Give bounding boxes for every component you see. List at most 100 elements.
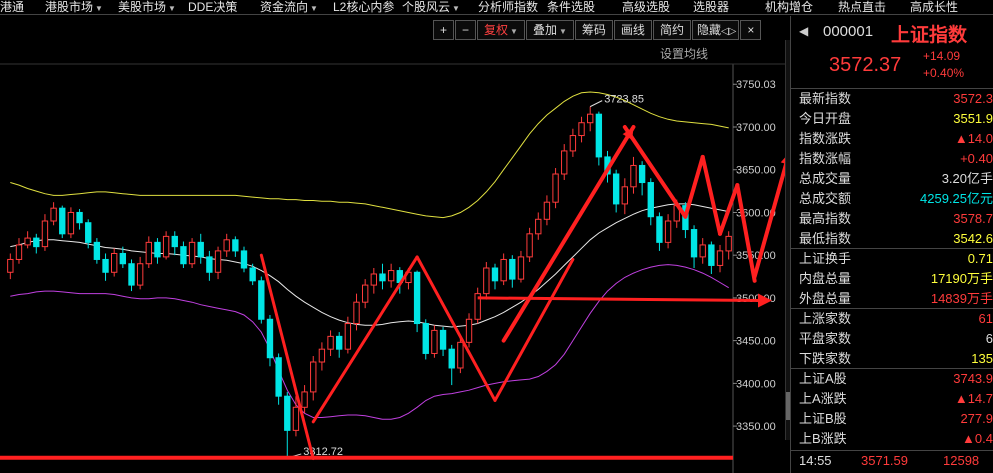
y-tick-label: 3400.00	[736, 378, 776, 390]
stats-section: 最新指数 3572.3 今日开盘 3551.9 指数涨跌 ▲14.0 指数涨幅 +0.40 总成…	[791, 88, 993, 249]
breadth-stat-row: 上涨家数 61	[791, 309, 993, 329]
candle-up	[301, 391, 308, 408]
volume-stat-label: 外盘总量	[799, 291, 852, 306]
candle-down	[249, 267, 256, 282]
candle-up	[318, 348, 326, 363]
menu-item-label: 高级选股	[622, 0, 671, 14]
share-stat-label: 上B涨跌	[799, 431, 847, 446]
close-button[interactable]: ×	[740, 20, 762, 40]
candle-down	[612, 173, 620, 205]
share-stat-label: 上A涨跌	[799, 391, 847, 406]
triangle-right-icon: ▷	[728, 26, 737, 37]
menu-item-label: L2核心内参	[333, 0, 395, 14]
candle-down	[413, 271, 421, 325]
candle-down	[284, 395, 291, 431]
hide-button[interactable]: 隐藏◁▷	[691, 20, 740, 40]
menu-item[interactable]: L2核心内参	[333, 0, 395, 14]
candle-down	[422, 323, 429, 354]
overlay-label: 叠加	[532, 23, 557, 37]
stat-label: 指数涨跌	[799, 131, 852, 146]
menu-item[interactable]: 分析师指数	[478, 0, 538, 14]
stat-label: 今日开盘	[799, 111, 852, 126]
draw-line-button[interactable]: 画线	[613, 20, 652, 40]
boll-upper-line	[10, 91, 729, 219]
candle-up	[24, 237, 31, 246]
candle-up	[543, 201, 551, 220]
ma-setting-link[interactable]: 设置均线	[660, 45, 708, 62]
volume-stat-row: 上证换手 0.71	[791, 249, 993, 269]
menu-item[interactable]: 港通	[0, 0, 24, 14]
breadth-stat-label: 平盘家数	[799, 331, 852, 346]
candle-up	[526, 233, 533, 258]
index-code: 000001	[823, 23, 874, 40]
menu-item[interactable]: 热点直击	[838, 0, 886, 14]
annot-w-4	[718, 183, 740, 236]
chart-toolbar: + − 复权 ▼ 叠加 ▼ 筹码 画线 简约 隐藏◁▷ ×	[433, 20, 762, 40]
menu-item[interactable]: 条件选股	[547, 0, 595, 14]
breadth-stat-label: 下跌家数	[799, 351, 852, 366]
annot-w-5	[735, 183, 757, 283]
menu-item-label: 美股市场	[118, 0, 167, 14]
kline-chart[interactable]: 3350.00 3400.00 3450.00 3500.00 3550.00 3600.…	[0, 16, 790, 473]
overlay-dropdown[interactable]: 叠加 ▼	[525, 20, 574, 40]
index-change: +14.09	[923, 49, 961, 63]
menu-item[interactable]: DDE决策	[188, 0, 238, 14]
stat-row: 指数涨跌 ▲14.0	[791, 129, 993, 149]
stat-value: 3551.9	[953, 111, 993, 126]
y-tick-label: 3750.03	[736, 79, 776, 91]
annot-w-3	[700, 154, 723, 236]
simple-mode-button[interactable]: 简约	[652, 20, 691, 40]
share-stat-value: ▲14.7	[954, 391, 993, 406]
menu-item[interactable]: 美股市场 ▼	[118, 0, 176, 14]
stat-label: 总成交额	[799, 191, 852, 206]
stat-value: ▲14.0	[954, 131, 993, 146]
candle-down	[240, 250, 248, 269]
candle-down	[93, 241, 101, 260]
chevron-down-icon: ▼	[95, 4, 103, 13]
zoom-in-button[interactable]: +	[433, 20, 455, 40]
fuquan-dropdown[interactable]: 复权 ▼	[477, 20, 525, 40]
hide-label: 隐藏	[696, 23, 721, 37]
candle-up	[561, 150, 568, 175]
chips-button[interactable]: 筹码	[574, 20, 613, 40]
candle-down	[197, 241, 204, 258]
candle-up	[292, 406, 300, 431]
menu-item[interactable]: 高级选股	[622, 0, 671, 14]
kline-chart-svg: 3350.003400.003450.003500.003550.003600.…	[0, 63, 790, 473]
menu-item[interactable]: 高成长性	[910, 0, 959, 14]
stat-value: 3572.3	[953, 91, 993, 106]
menu-item[interactable]: 港股市场 ▼	[45, 0, 103, 14]
menu-item[interactable]: 机构增仓	[765, 0, 813, 14]
chevron-down-icon: ▼	[310, 4, 318, 13]
y-tick-label: 3650.00	[736, 165, 776, 177]
share-stat-row: 上A涨跌 ▲14.7	[791, 389, 993, 409]
candle-down	[336, 335, 343, 350]
candle-down	[690, 229, 698, 258]
quote-header: ◀ 000001 上证指数 3572.37 +14.09 +0.40%	[791, 16, 993, 86]
stat-label: 最新指数	[799, 91, 852, 106]
candle-down	[59, 207, 66, 235]
share-stat-row: 上B涨跌 ▲0.4	[791, 429, 993, 449]
back-triangle-icon[interactable]: ◀	[799, 24, 808, 38]
menu-item-label: 高成长性	[910, 0, 959, 14]
candle-up	[111, 252, 118, 273]
share-stat-row: 上证B股 277.9	[791, 409, 993, 429]
volume-stat-label: 内盘总量	[799, 271, 852, 286]
menu-item-label: DDE决策	[188, 0, 238, 14]
zoom-out-button[interactable]: −	[455, 20, 477, 40]
candle-up	[621, 186, 628, 205]
menu-item[interactable]: 选股器	[693, 0, 729, 14]
candle-up	[630, 164, 637, 188]
candle-down	[266, 318, 274, 359]
candle-up	[223, 239, 230, 252]
breadth-stat-label: 上涨家数	[799, 311, 852, 326]
chevron-down-icon: ▼	[510, 27, 518, 36]
candle-down	[154, 241, 161, 258]
menu-item[interactable]: 资金流向 ▼	[260, 0, 318, 14]
share-stat-value: 277.9	[960, 411, 993, 426]
volume-stat-row: 外盘总量 14839万手	[791, 289, 993, 309]
stat-value: 3.20亿手	[941, 171, 993, 186]
candle-up	[569, 135, 577, 152]
menu-item[interactable]: 个股风云 ▼	[402, 0, 460, 14]
stat-value: 3578.7	[953, 211, 993, 226]
